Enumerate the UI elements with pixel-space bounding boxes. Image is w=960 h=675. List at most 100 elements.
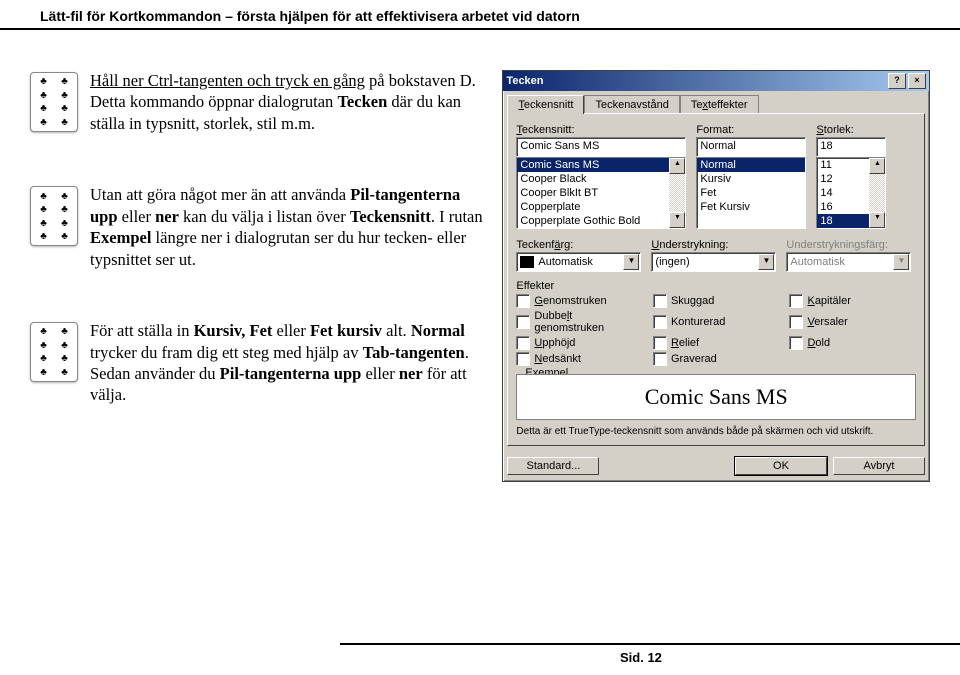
paragraph-2: Utan att göra något mer än att använda P… xyxy=(90,184,487,270)
checkbox-icon xyxy=(653,294,667,308)
list-item[interactable]: Copperplate xyxy=(517,200,685,214)
text: ner xyxy=(155,207,179,226)
text: Tab-tangenten xyxy=(363,343,465,362)
instruction-block-1: ♣♣♣♣♣♣♣♣ Håll ner Ctrl-tangenten och try… xyxy=(30,70,487,134)
font-dialog: Tecken ? × Teckensnitt Teckenavstånd Tex… xyxy=(502,70,930,482)
cancel-button[interactable]: Avbryt xyxy=(833,457,925,475)
scroll-down-icon[interactable]: ▼ xyxy=(869,212,885,228)
checkbox-icon xyxy=(653,352,667,366)
list-item[interactable]: Cooper BlkIt BT xyxy=(517,186,685,200)
ulcolor-label: Understrykningsfärg: xyxy=(786,239,911,251)
help-button[interactable]: ? xyxy=(888,73,906,89)
list-item[interactable]: Kursiv xyxy=(697,172,805,186)
scroll-up-icon[interactable]: ▲ xyxy=(869,158,885,174)
text: . I rutan xyxy=(431,207,483,226)
underline-combo[interactable]: (ingen) ▼ xyxy=(651,252,776,272)
text: alt. xyxy=(382,321,411,340)
tab-panel: Teckensnitt: Comic Sans MS Comic Sans MS… xyxy=(507,113,925,446)
chevron-down-icon[interactable]: ▼ xyxy=(623,254,639,270)
text: eller xyxy=(272,321,310,340)
paragraph-3: För att ställa in Kursiv, Fet eller Fet … xyxy=(90,320,487,406)
text: trycker du fram dig ett steg med hjälp a… xyxy=(90,343,363,362)
tab-effects[interactable]: Texteffekter xyxy=(680,95,759,114)
dialog-buttons: Standard... OK Avbryt xyxy=(503,451,929,481)
text: eller xyxy=(361,364,399,383)
checkbox-shadow[interactable]: Skuggad xyxy=(653,294,780,308)
checkbox-hidden[interactable]: Dold xyxy=(789,336,916,350)
list-item[interactable]: Comic Sans MS xyxy=(517,158,685,172)
font-input[interactable]: Comic Sans MS xyxy=(516,137,686,157)
content: ♣♣♣♣♣♣♣♣ Håll ner Ctrl-tangenten och try… xyxy=(0,30,960,492)
underline-label: Understrykning: xyxy=(651,239,776,251)
chevron-down-icon: ▼ xyxy=(893,254,909,270)
list-item[interactable]: Fet xyxy=(697,186,805,200)
font-listbox[interactable]: Comic Sans MS Cooper Black Cooper BlkIt … xyxy=(516,157,686,229)
fontcolor-label: Teckenfärg: xyxy=(516,239,641,251)
list-item[interactable]: Cooper Black xyxy=(517,172,685,186)
scrollbar[interactable]: ▲ ▼ xyxy=(869,158,885,228)
ulcolor-combo: Automatisk ▼ xyxy=(786,252,911,272)
format-listbox[interactable]: Normal Kursiv Fet Fet Kursiv xyxy=(696,157,806,229)
playing-card-icon: ♣♣♣♣♣♣♣♣ xyxy=(30,322,78,382)
tabstrip: Teckensnitt Teckenavstånd Texteffekter xyxy=(503,91,929,114)
tab-spacing[interactable]: Teckenavstånd xyxy=(584,95,679,114)
default-button[interactable]: Standard... xyxy=(507,457,599,475)
paragraph-1: Håll ner Ctrl-tangenten och tryck en gån… xyxy=(90,70,487,134)
chevron-down-icon[interactable]: ▼ xyxy=(758,254,774,270)
checkbox-strikethrough[interactable]: Genomstruken xyxy=(516,294,643,308)
close-button[interactable]: × xyxy=(908,73,926,89)
checkbox-allcaps[interactable]: Versaler xyxy=(789,310,916,334)
list-item[interactable]: Fet Kursiv xyxy=(697,200,805,214)
size-listbox[interactable]: 11 12 14 16 18 ▲ ▼ xyxy=(816,157,886,229)
effects-grid: Genomstruken Skuggad Kapitäler Dubbelt g… xyxy=(516,294,916,366)
left-column: ♣♣♣♣♣♣♣♣ Håll ner Ctrl-tangenten och try… xyxy=(30,70,502,482)
text: För att ställa in xyxy=(90,321,194,340)
scrollbar[interactable]: ▲ ▼ xyxy=(669,158,685,228)
list-item[interactable]: Copperplate Gothic Bold xyxy=(517,214,685,228)
list-item[interactable]: Normal xyxy=(697,158,805,172)
checkbox-icon xyxy=(653,315,667,329)
checkbox-emboss[interactable]: Relief xyxy=(653,336,780,350)
combo-value: Automatisk xyxy=(538,255,592,269)
checkbox-subscript[interactable]: Nedsänkt xyxy=(516,352,643,366)
ok-button[interactable]: OK xyxy=(735,457,827,475)
checkbox-outline[interactable]: Konturerad xyxy=(653,310,780,334)
scroll-up-icon[interactable]: ▲ xyxy=(669,158,685,174)
titlebar[interactable]: Tecken ? × xyxy=(503,71,929,91)
effects-label: Effekter xyxy=(516,280,916,292)
checkbox-superscript[interactable]: Upphöjd xyxy=(516,336,643,350)
text: Utan att göra något mer än att använda xyxy=(90,185,350,204)
scroll-down-icon[interactable]: ▼ xyxy=(669,212,685,228)
text: Normal xyxy=(411,321,465,340)
text: Teckensnitt xyxy=(350,207,431,226)
text: kan du välja i listan över xyxy=(179,207,350,226)
example-preview: Comic Sans MS xyxy=(516,374,916,420)
checkbox-icon xyxy=(516,294,530,308)
tab-font[interactable]: Teckensnitt xyxy=(507,95,584,114)
page-footer: Sid. 12 xyxy=(0,643,960,667)
checkbox-icon xyxy=(653,336,667,350)
fontcolor-combo[interactable]: Automatisk ▼ xyxy=(516,252,641,272)
page-number: Sid. 12 xyxy=(620,650,662,665)
size-label: Storlek: xyxy=(816,124,886,136)
dialog-title: Tecken xyxy=(506,75,543,87)
playing-card-icon: ♣♣♣♣♣♣♣♣ xyxy=(30,186,78,246)
combo-value: (ingen) xyxy=(655,255,689,269)
text: Kursiv, Fet xyxy=(194,321,273,340)
instruction-block-2: ♣♣♣♣♣♣♣♣ Utan att göra något mer än att … xyxy=(30,184,487,270)
checkbox-smallcaps[interactable]: Kapitäler xyxy=(789,294,916,308)
checkbox-engrave[interactable]: Graverad xyxy=(653,352,780,366)
format-input[interactable]: Normal xyxy=(696,137,806,157)
combo-value: Automatisk xyxy=(790,255,844,269)
text: Tecken xyxy=(337,92,387,111)
checkbox-doublestrike[interactable]: Dubbelt genomstruken xyxy=(516,310,643,334)
size-input[interactable]: 18 xyxy=(816,137,886,157)
right-column: Tecken ? × Teckensnitt Teckenavstånd Tex… xyxy=(502,70,930,482)
checkbox-icon xyxy=(789,336,803,350)
checkbox-icon xyxy=(516,315,530,329)
text: Håll ner Ctrl-tangenten och tryck en gån… xyxy=(90,71,365,90)
checkbox-icon xyxy=(516,352,530,366)
font-description: Detta är ett TrueType-teckensnitt som an… xyxy=(516,426,916,437)
format-label: Format: xyxy=(696,124,806,136)
color-swatch-icon xyxy=(520,256,534,268)
